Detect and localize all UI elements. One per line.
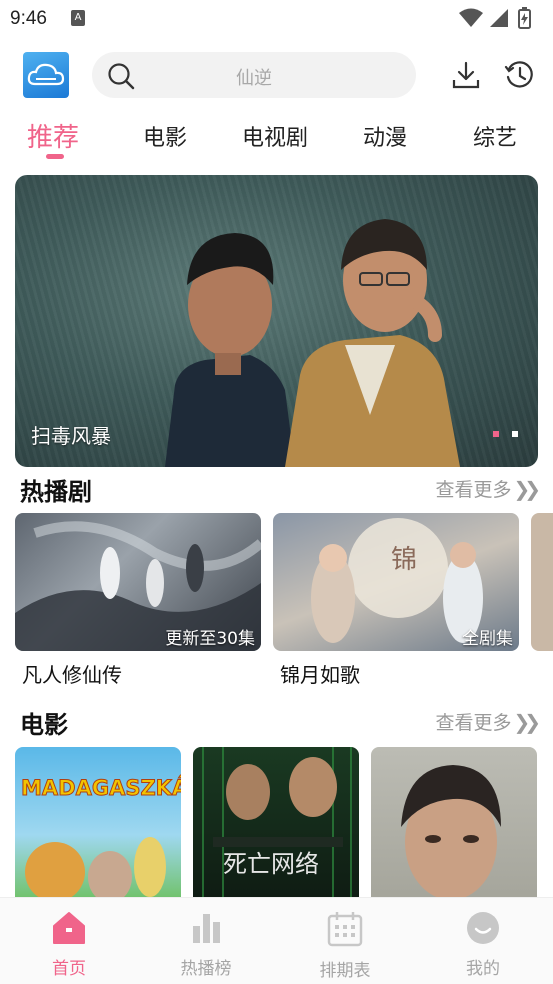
movie-poster-text: 死亡网络: [223, 850, 319, 878]
movie-poster-image: [401, 765, 501, 900]
movie-card[interactable]: 死亡网络: [193, 747, 359, 907]
notification-icon: A: [71, 10, 85, 26]
battery-icon: [518, 7, 531, 29]
status-time: 9:46: [10, 8, 47, 29]
series-card[interactable]: 更新至30集: [15, 513, 261, 651]
download-icon[interactable]: [451, 60, 481, 94]
wifi-icon: [459, 8, 483, 27]
nav-hot-ranking[interactable]: 热播榜: [166, 910, 246, 979]
history-clock-icon[interactable]: [504, 60, 534, 94]
movie-card[interactable]: [371, 747, 537, 907]
calendar-icon: [327, 912, 363, 947]
movie-poster-text: MADAGASZKÁR: [21, 775, 181, 800]
tab-variety[interactable]: 综艺: [473, 120, 517, 152]
nav-home[interactable]: 首页: [29, 910, 109, 979]
episode-badge: 更新至30集: [165, 629, 255, 649]
signal-icon: [490, 9, 508, 27]
nav-profile[interactable]: 我的: [443, 910, 523, 979]
search-bar[interactable]: 仙逆: [92, 52, 416, 98]
nav-schedule-label: 排期表: [319, 961, 371, 981]
home-icon: [53, 912, 85, 944]
profile-smile-icon: [467, 912, 499, 944]
tab-anime[interactable]: 动漫: [363, 120, 407, 152]
movie-poster-image: MADAGASZKÁR: [21, 775, 181, 903]
more-label: 查看更多: [435, 712, 512, 734]
nav-home-label: 首页: [52, 959, 86, 979]
series-card[interactable]: 锦 全剧集: [273, 513, 519, 651]
cloud-logo-icon[interactable]: [23, 52, 69, 98]
double-chevron-right-icon: ❯❯: [513, 710, 540, 734]
hot-series-more-link[interactable]: 查看更多 ❯❯: [435, 475, 540, 502]
svg-text:锦: 锦: [391, 545, 417, 575]
episode-badge: 全剧集: [462, 629, 513, 649]
tab-recommend[interactable]: 推荐: [27, 117, 79, 154]
search-placeholder: 仙逆: [236, 68, 272, 89]
movie-poster-image: 死亡网络: [202, 747, 352, 907]
nav-profile-label: 我的: [466, 959, 500, 979]
more-label: 查看更多: [435, 479, 512, 501]
tab-movies[interactable]: 电影: [143, 120, 187, 152]
status-bar: 9:46 A: [0, 0, 553, 38]
carousel-page-indicator: [485, 422, 518, 441]
movie-card[interactable]: MADAGASZKÁR: [15, 747, 181, 907]
banner-title: 扫毒风暴: [31, 424, 111, 448]
bottom-navigation: 首页 热播榜 排期表 我的: [0, 897, 553, 984]
series-card-partial[interactable]: [531, 513, 553, 651]
nav-hot-ranking-label: 热播榜: [180, 959, 232, 979]
category-tabs: 推荐 电影 电视剧 动漫 综艺: [0, 112, 553, 162]
movies-title: 电影: [20, 711, 68, 739]
bar-chart-icon: [193, 914, 220, 943]
double-chevron-right-icon: ❯❯: [513, 477, 540, 501]
tab-tv-series[interactable]: 电视剧: [242, 120, 308, 152]
movies-more-link[interactable]: 查看更多 ❯❯: [435, 708, 540, 735]
nav-schedule[interactable]: 排期表: [305, 910, 385, 981]
status-icons: [457, 7, 543, 29]
active-tab-indicator: [46, 154, 64, 159]
carousel-dot-active: [492, 431, 499, 437]
series-title[interactable]: 锦月如歌: [280, 659, 360, 688]
banner-carousel[interactable]: 扫毒风暴: [15, 175, 538, 467]
app-header: 仙逆: [0, 38, 553, 112]
carousel-dot: [512, 431, 518, 437]
series-title[interactable]: 凡人修仙传: [22, 659, 122, 688]
hot-series-title: 热播剧: [20, 478, 92, 506]
